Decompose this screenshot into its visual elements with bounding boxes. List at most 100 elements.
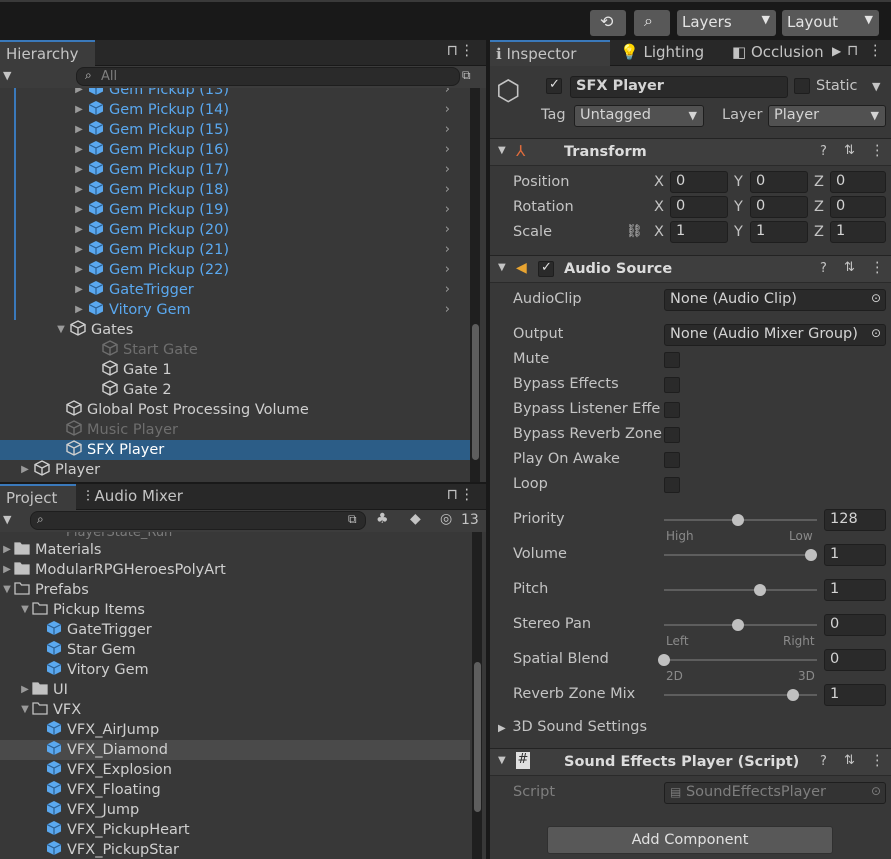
mute-checkbox[interactable] [664, 352, 680, 368]
expand-arrow-icon[interactable]: ▶ [18, 460, 32, 480]
hierarchy-item[interactable]: Global Post Processing Volume [0, 400, 470, 420]
hierarchy-item[interactable]: ▶ Gem Pickup (16) › [0, 140, 470, 160]
bypass-effects-checkbox[interactable] [664, 377, 680, 393]
project-item[interactable]: VFX_PickupStar [0, 840, 470, 859]
hidden-packages-icon[interactable]: ◎ [440, 511, 452, 527]
bypass-reverb-checkbox[interactable] [664, 427, 680, 443]
hierarchy-item[interactable]: ▶ Gem Pickup (14) › [0, 100, 470, 120]
filter-type-icon[interactable]: ♣ [376, 511, 389, 527]
open-prefab-icon[interactable]: › [445, 140, 450, 160]
hierarchy-item[interactable]: ▶ GateTrigger › [0, 280, 470, 300]
lock-icon[interactable]: ⊓ [447, 487, 458, 503]
project-item[interactable]: ▼ VFX [0, 700, 470, 720]
open-prefab-icon[interactable]: › [445, 220, 450, 240]
hierarchy-item[interactable]: Start Gate [0, 340, 470, 360]
project-item[interactable]: VFX_Diamond [0, 740, 470, 760]
hierarchy-item[interactable]: ▶ Vitory Gem › [0, 300, 470, 320]
rotation-y-field[interactable]: 0 [750, 196, 808, 218]
tab-inspector[interactable]: ℹ Inspector [490, 40, 610, 66]
layer-dropdown[interactable]: Player ▼ [768, 105, 886, 127]
hierarchy-item[interactable]: ▶ Gem Pickup (17) › [0, 160, 470, 180]
scene-filter-icon[interactable]: ⧉ [462, 68, 471, 83]
collapse-arrow-icon[interactable]: ▼ [18, 700, 32, 720]
more-menu-icon[interactable]: ⋮ [460, 487, 475, 503]
open-prefab-icon[interactable]: › [445, 120, 450, 140]
more-menu-icon[interactable]: ⋮ [868, 43, 883, 59]
history-button[interactable]: ⟲ [590, 10, 626, 36]
create-dropdown-icon[interactable]: ▼ [3, 513, 11, 526]
position-y-field[interactable]: 0 [750, 171, 808, 193]
open-prefab-icon[interactable]: › [445, 100, 450, 120]
pitch-slider-knob[interactable] [753, 584, 766, 596]
scale-y-field[interactable]: 1 [750, 221, 808, 243]
hierarchy-item[interactable]: ▶ Gem Pickup (18) › [0, 180, 470, 200]
presets-icon[interactable]: ⇅ [844, 260, 855, 275]
project-item[interactable]: VFX_AirJump [0, 720, 470, 740]
expand-arrow-icon[interactable]: ▶ [72, 240, 86, 260]
expand-arrow-icon[interactable]: ▶ [72, 160, 86, 180]
position-x-field[interactable]: 0 [670, 171, 728, 193]
project-item[interactable]: ▶ Materials [0, 540, 470, 560]
expand-arrow-icon[interactable]: ▶ [72, 100, 86, 120]
expand-arrow-icon[interactable]: ▶ [72, 300, 86, 320]
hierarchy-scroll-thumb[interactable] [472, 324, 479, 460]
rotation-x-field[interactable]: 0 [670, 196, 728, 218]
hierarchy-item[interactable]: Gate 1 [0, 360, 470, 380]
volume-slider[interactable] [664, 554, 817, 556]
object-picker-icon[interactable]: ⊙ [871, 784, 881, 798]
rotation-z-field[interactable]: 0 [830, 196, 886, 218]
project-search-input[interactable] [30, 511, 366, 530]
constrain-proportions-icon[interactable]: ⛓ [626, 224, 643, 239]
output-field[interactable]: None (Audio Mixer Group) ⊙ [664, 324, 886, 346]
open-prefab-icon[interactable]: › [445, 280, 450, 300]
open-prefab-icon[interactable]: › [445, 160, 450, 180]
project-item[interactable]: ▼ Prefabs [0, 580, 470, 600]
layout-dropdown[interactable]: Layout ▼ [782, 10, 879, 36]
expand-arrow-icon[interactable]: ▶ [72, 180, 86, 200]
presets-icon[interactable]: ⇅ [844, 753, 855, 768]
project-item[interactable]: ▶ UI [0, 680, 470, 700]
static-checkbox[interactable] [794, 78, 810, 94]
help-icon[interactable]: ? [820, 261, 827, 276]
project-scrollbar[interactable] [472, 532, 482, 859]
more-menu-icon[interactable]: ⋮ [870, 143, 885, 159]
collapse-arrow-icon[interactable]: ▼ [18, 600, 32, 620]
more-menu-icon[interactable]: ⋮ [460, 43, 475, 59]
project-item[interactable]: VFX_PickupHeart [0, 820, 470, 840]
open-prefab-icon[interactable]: › [445, 180, 450, 200]
scale-x-field[interactable]: 1 [670, 221, 728, 243]
add-component-button[interactable]: Add Component [547, 826, 833, 854]
expand-arrow-icon[interactable]: ▶ [18, 680, 32, 700]
open-prefab-icon[interactable]: › [445, 260, 450, 280]
open-prefab-icon[interactable]: › [445, 200, 450, 220]
expand-arrow-icon[interactable]: ▶ [72, 220, 86, 240]
hierarchy-item[interactable]: ▶ Player [0, 460, 470, 480]
3d-sound-settings-foldout[interactable]: ▶ 3D Sound Settings [498, 719, 647, 735]
layers-dropdown[interactable]: Layers ▼ [677, 10, 776, 36]
active-checkbox[interactable] [546, 77, 562, 94]
expand-arrow-icon[interactable]: ▶ [72, 140, 86, 160]
expand-arrow-icon[interactable]: ▶ [72, 120, 86, 140]
tab-hierarchy[interactable]: Hierarchy [0, 40, 95, 66]
position-z-field[interactable]: 0 [830, 171, 886, 193]
priority-value-field[interactable]: 128 [824, 509, 886, 531]
audio-source-header[interactable]: ▼ ◀ Audio Source ? ⇅ ⋮ [490, 255, 891, 283]
lock-icon[interactable]: ⊓ [847, 43, 858, 59]
hierarchy-item[interactable]: Music Player [0, 420, 470, 440]
audioclip-field[interactable]: None (Audio Clip) ⊙ [664, 289, 886, 311]
pitch-slider[interactable] [664, 589, 817, 591]
hierarchy-item[interactable]: ▶ Gem Pickup (15) › [0, 120, 470, 140]
scale-z-field[interactable]: 1 [830, 221, 886, 243]
reverb-value-field[interactable]: 1 [824, 684, 886, 706]
expand-arrow-icon[interactable]: ▶ [72, 88, 86, 100]
volume-value-field[interactable]: 1 [824, 544, 886, 566]
project-item[interactable]: VFX_Floating [0, 780, 470, 800]
stereo-slider-knob[interactable] [731, 619, 744, 631]
script-component-header[interactable]: ▼ # Sound Effects Player (Script) ? ⇅ ⋮ [490, 748, 891, 776]
project-scroll-thumb[interactable] [474, 662, 481, 812]
expand-arrow-icon[interactable]: ▶ [0, 560, 14, 580]
spatial-value-field[interactable]: 0 [824, 649, 886, 671]
hierarchy-item[interactable]: ▶ Gem Pickup (21) › [0, 240, 470, 260]
collapse-arrow-icon[interactable]: ▼ [0, 580, 14, 600]
hierarchy-item[interactable]: Gate 2 [0, 380, 470, 400]
